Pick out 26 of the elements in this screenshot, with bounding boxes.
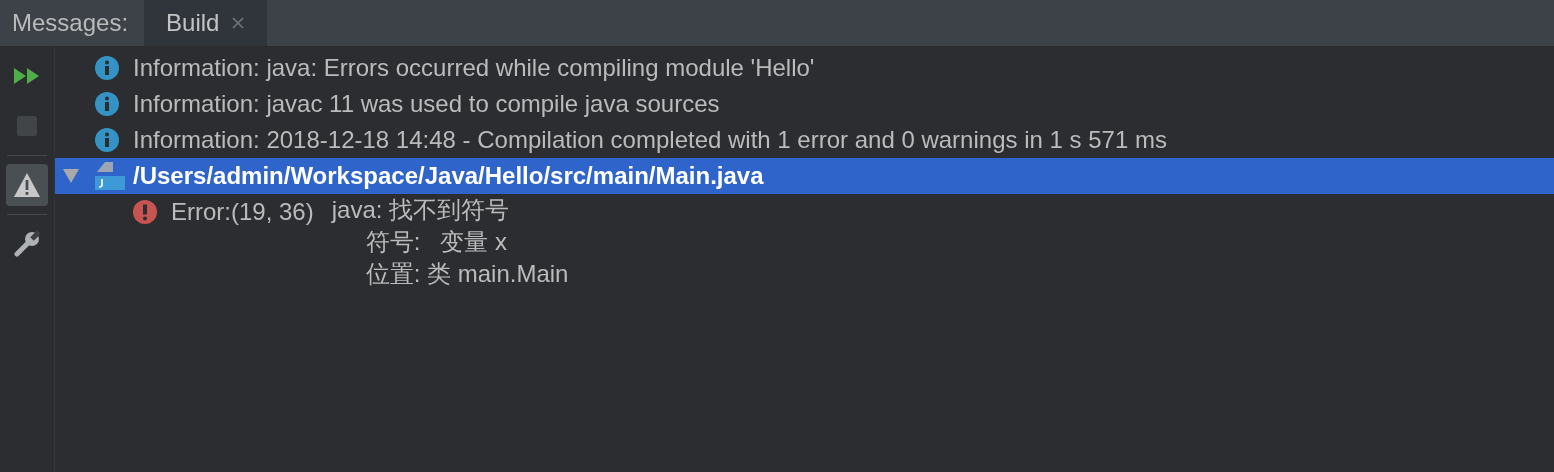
error-text: 位置: 类 main.Main: [364, 259, 569, 289]
message-text: Information: java: Errors occurred while compiling module 'Hello': [133, 54, 815, 82]
panel-title: Messages:: [11, 9, 130, 37]
message-text: Information: javac 11 was used to compile java sources: [133, 90, 720, 118]
info-icon: [95, 128, 119, 152]
wrench-icon: [13, 230, 41, 258]
message-text: Information: 2018-12-18 14:48 - Compilation completed with 1 error and 0 warnings in 1 s 571 ms: [133, 126, 1167, 154]
double-play-icon: [13, 66, 41, 86]
error-location: Error:(19, 36): [171, 198, 314, 226]
stop-icon: [17, 116, 37, 136]
warnings-toggle[interactable]: [6, 164, 48, 206]
build-tab[interactable]: Build: [144, 0, 268, 46]
message-row[interactable]: Information: javac 11 was used to compile java sources: [55, 86, 1554, 122]
message-row[interactable]: Information: 2018-12-18 14:48 - Compilation completed with 1 error and 0 warnings in 1 s 571 ms: [55, 122, 1554, 158]
close-icon[interactable]: [231, 16, 246, 30]
error-text: 符号: 变量 x: [364, 227, 509, 257]
info-icon: [95, 92, 119, 116]
error-row[interactable]: Error:(19, 36) java: 找不到符号 符号: 变量 x 位置: 类 main.Main: [55, 194, 1554, 290]
file-node[interactable]: /Users/admin/Workspace/Java/Hello/src/main/Main.java: [55, 158, 1554, 194]
java-file-icon: [95, 162, 125, 190]
error-text: java: 找不到符号: [331, 195, 511, 225]
message-row[interactable]: Information: java: Errors occurred while compiling module 'Hello': [55, 50, 1554, 86]
file-path: /Users/admin/Workspace/Java/Hello/src/main/Main.java: [133, 162, 764, 190]
error-icon: [133, 200, 157, 224]
info-icon: [95, 56, 119, 80]
warning-icon: [13, 172, 41, 198]
